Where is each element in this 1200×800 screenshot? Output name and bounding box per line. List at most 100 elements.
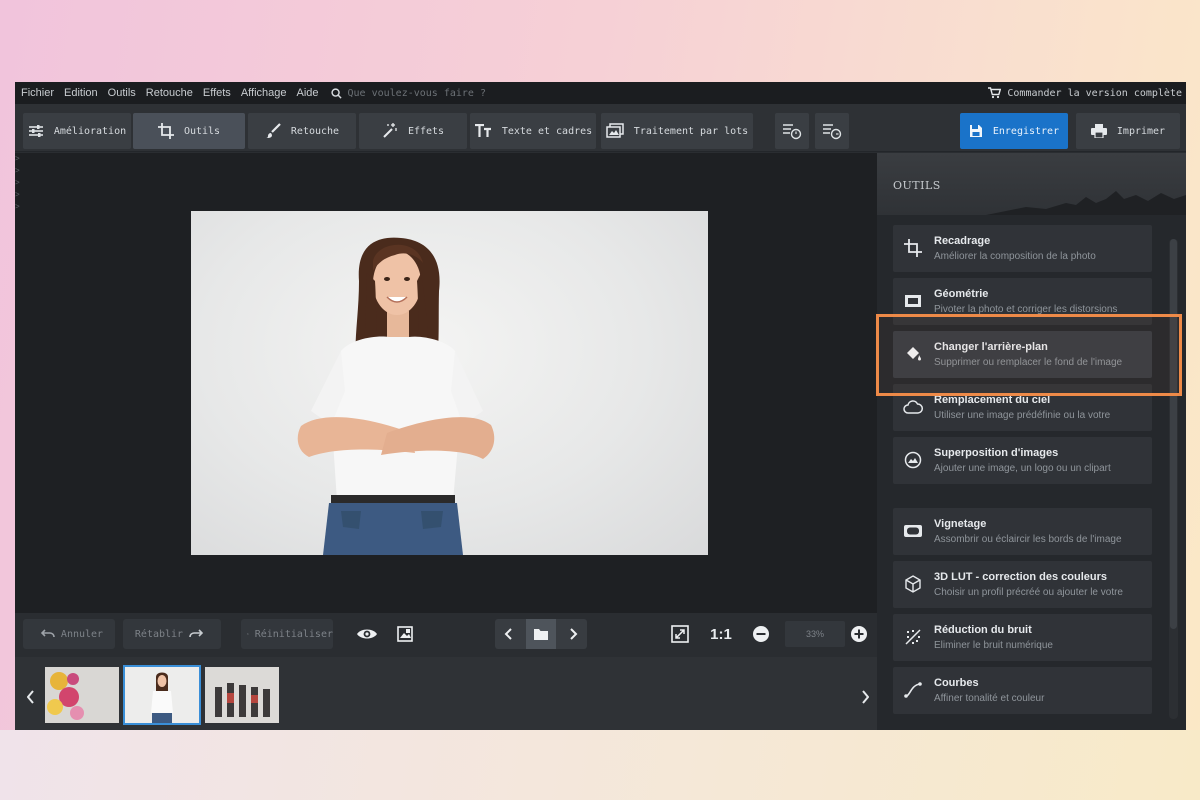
tool-vignetage[interactable]: Vignetage Assombrir ou éclaircir les bor… (893, 508, 1152, 555)
menu-effets[interactable]: Effets (203, 87, 231, 99)
search-box[interactable]: Que voulez-vous faire ? (330, 87, 486, 99)
order-full-version-link[interactable]: Commander la version complète (988, 87, 1182, 99)
woman-thumbnail (125, 667, 199, 723)
print-button[interactable]: Imprimer (1076, 113, 1180, 149)
reset-button[interactable]: Réinitialiser (241, 619, 333, 649)
search-icon (330, 87, 342, 99)
tab-effets-label: Effets (407, 125, 445, 137)
tab-amelioration-label: Amélioration (53, 125, 127, 137)
menu-edition[interactable]: Edition (64, 87, 98, 99)
menu-affichage[interactable]: Affichage (241, 87, 287, 99)
list-clock-icon (823, 124, 842, 140)
tool-desc: Utiliser une image prédéfinie ou la votr… (934, 410, 1111, 421)
curves-icon (901, 678, 925, 702)
woman-portrait-photo (297, 237, 495, 555)
tool-desc: Améliorer la composition de la photo (934, 251, 1096, 262)
tool-reduction-bruit[interactable]: Réduction du bruit Eliminer le bruit num… (893, 614, 1152, 661)
image-canvas[interactable]: > > > > > (15, 153, 877, 613)
magic-wand-icon (383, 123, 397, 138)
tool-name: 3D LUT - correction des couleurs (934, 571, 1107, 583)
panel-scrollbar[interactable] (1169, 239, 1178, 719)
left-edge-markers: > > > > > (15, 154, 20, 211)
printer-icon (1090, 124, 1107, 138)
filmstrip-next-button[interactable] (853, 677, 877, 717)
chevron-left-icon (27, 690, 34, 704)
save-button[interactable]: Enregistrer (960, 113, 1068, 149)
menu-aide[interactable]: Aide (296, 87, 318, 99)
compare-button[interactable] (393, 619, 417, 649)
redo-icon (189, 629, 204, 638)
folder-icon (534, 629, 548, 640)
open-folder-button[interactable] (526, 619, 556, 649)
thumbnail-2-selected[interactable] (123, 665, 201, 725)
floppy-disk-icon (969, 125, 982, 137)
crop-icon (157, 123, 174, 139)
tab-texte-cadres-label: Texte et cadres (501, 125, 593, 137)
preview-toggle-button[interactable] (353, 619, 381, 649)
bottom-controls-bar: Annuler Rétablir Réinitialiser 1:1 33% (15, 613, 877, 657)
reset-icon (247, 633, 249, 635)
eye-icon (357, 629, 377, 639)
tool-name: Courbes (934, 677, 979, 689)
text-icon (474, 124, 491, 137)
tab-effets[interactable]: Effets (359, 113, 467, 149)
thumbnail-3[interactable] (205, 667, 279, 723)
tab-amelioration[interactable]: Amélioration (23, 113, 131, 149)
tool-desc: Choisir un profil précréé ou ajouter le … (934, 587, 1123, 598)
skyline-decoration (986, 191, 1186, 215)
fullscreen-icon (671, 625, 689, 643)
actual-size-label: 1:1 (710, 625, 732, 643)
tool-name: Vignetage (934, 518, 987, 530)
tools-panel: OUTILS Recadrage Améliorer la compositio… (877, 153, 1186, 730)
history-before-button[interactable] (775, 113, 809, 149)
tool-desc: Assombrir ou éclaircir les bords de l'im… (934, 534, 1122, 545)
cloud-icon (901, 395, 925, 419)
menu-outils[interactable]: Outils (108, 87, 136, 99)
group-thumbnail (205, 667, 279, 723)
tool-superposition-images[interactable]: Superposition d'images Ajouter une image… (893, 437, 1152, 484)
panel-scrollbar-thumb[interactable] (1170, 239, 1177, 629)
cube-icon (901, 572, 925, 596)
zoom-out-button[interactable] (749, 619, 773, 649)
reset-label: Réinitialiser (254, 628, 333, 640)
batch-icon (606, 123, 624, 138)
print-label: Imprimer (1116, 125, 1166, 137)
cart-icon (988, 87, 1002, 99)
undo-button[interactable]: Annuler (23, 619, 115, 649)
tab-outils[interactable]: Outils (133, 113, 245, 149)
redo-label: Rétablir (134, 628, 184, 640)
fit-screen-button[interactable] (667, 619, 693, 649)
photo-preview[interactable] (191, 211, 708, 555)
zoom-value: 33% (805, 629, 824, 639)
noise-icon (901, 625, 925, 649)
menu-bar: Fichier Edition Outils Retouche Effets A… (15, 82, 1186, 104)
search-placeholder: Que voulez-vous faire ? (347, 87, 486, 99)
order-label: Commander la version complète (1007, 87, 1182, 99)
thumbnail-1[interactable] (45, 667, 119, 723)
navigation-group (495, 619, 587, 649)
tool-name: Géométrie (934, 288, 989, 300)
menu-retouche[interactable]: Retouche (146, 87, 193, 99)
menu-fichier[interactable]: Fichier (21, 87, 54, 99)
filmstrip (15, 657, 877, 730)
undo-icon (40, 629, 55, 638)
history-after-button[interactable] (815, 113, 849, 149)
chevron-right-icon[interactable] (568, 628, 578, 640)
chevron-left-icon[interactable] (504, 628, 514, 640)
tab-texte-cadres[interactable]: Texte et cadres (470, 113, 596, 149)
tool-courbes[interactable]: Courbes Affiner tonalité et couleur (893, 667, 1152, 714)
zoom-in-button[interactable] (847, 619, 871, 649)
tab-retouche[interactable]: Retouche (248, 113, 356, 149)
vignette-icon (901, 519, 925, 543)
actual-size-button[interactable]: 1:1 (705, 619, 737, 649)
tool-desc: Eliminer le bruit numérique (934, 640, 1053, 651)
filmstrip-prev-button[interactable] (19, 677, 43, 717)
tab-retouche-label: Retouche (290, 125, 340, 137)
zoom-value-field[interactable]: 33% (785, 621, 845, 647)
redo-button[interactable]: Rétablir (123, 619, 221, 649)
tool-recadrage[interactable]: Recadrage Améliorer la composition de la… (893, 225, 1152, 272)
tab-traitement-par-lots[interactable]: Traitement par lots (601, 113, 753, 149)
tool-3d-lut[interactable]: 3D LUT - correction des couleurs Choisir… (893, 561, 1152, 608)
background-gradient (0, 730, 1200, 800)
geometry-icon (901, 289, 925, 313)
